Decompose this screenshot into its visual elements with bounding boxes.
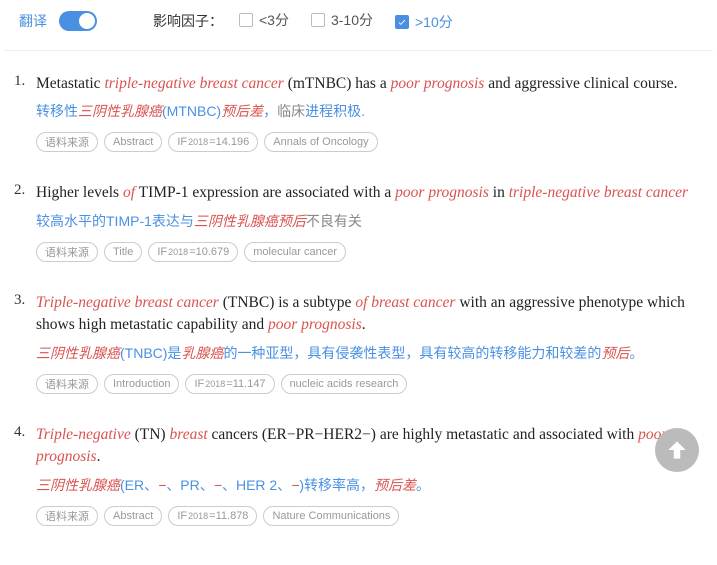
impact-factor-label: 影响因子： [153,11,223,31]
arrow-up-icon [664,437,690,463]
result-body: Metastatic triple-negative breast cancer… [36,73,695,152]
result-tags: 语料来源 Abstract IF2018=14.196 Annals of Oncol… [36,132,695,152]
checkbox-label: >10分 [415,12,453,32]
tag-source[interactable]: 语料来源 [36,374,98,394]
chinese-translation: 三阴性乳腺癌(ER、−、PR、−、HER 2、−)转移率高，预后差。 [36,475,695,496]
checkbox-icon [311,13,325,27]
result-number: 2. [14,182,36,261]
tag-if[interactable]: IF2018=11.147 [185,374,274,394]
scroll-top-button[interactable] [655,428,699,472]
impact-factor-options: <3分 3-10分 >10分 [239,10,475,32]
result-tags: 语料来源 Abstract IF2018=11.878 Nature Communic… [36,506,695,526]
tag-section[interactable]: Abstract [104,506,162,526]
chinese-translation: 较高水平的TIMP-1表达与三阴性乳腺癌预后不良有关 [36,211,695,232]
filter-topbar: 翻译 影响因子： <3分 3-10分 >10分 [4,0,713,51]
result-item: 1.Metastatic triple-negative breast canc… [14,59,695,168]
result-item: 4.Triple-negative (TN) breast cancers (E… [14,410,695,542]
checkbox-icon [239,13,253,27]
tag-section[interactable]: Abstract [104,132,162,152]
tag-journal[interactable]: nucleic acids research [281,374,408,394]
impact-factor-checkbox[interactable]: <3分 [239,10,289,30]
result-number: 3. [14,292,36,394]
chinese-translation: 转移性三阴性乳腺癌(MTNBC)预后差，临床进程积极. [36,101,695,122]
result-body: Triple-negative (TN) breast cancers (ER−… [36,424,695,526]
result-tags: 语料来源 Title IF2018=10.679 molecular cancer [36,242,695,262]
checkbox-icon [395,15,409,29]
english-sentence: Triple-negative (TN) breast cancers (ER−… [36,424,695,469]
results-list: 1.Metastatic triple-negative breast canc… [4,51,713,542]
translate-label: 翻译 [19,11,47,31]
english-sentence: Higher levels of TIMP-1 expression are a… [36,182,695,204]
tag-source[interactable]: 语料来源 [36,132,98,152]
tag-if[interactable]: IF2018=14.196 [168,132,258,152]
result-body: Higher levels of TIMP-1 expression are a… [36,182,695,261]
tag-section[interactable]: Introduction [104,374,179,394]
result-item: 2.Higher levels of TIMP-1 expression are… [14,168,695,277]
result-number: 4. [14,424,36,526]
tag-section[interactable]: Title [104,242,142,262]
checkbox-label: 3-10分 [331,10,373,30]
tag-if[interactable]: IF2018=10.679 [148,242,238,262]
impact-factor-checkbox[interactable]: 3-10分 [311,10,373,30]
tag-journal[interactable]: Annals of Oncology [264,132,377,152]
tag-source[interactable]: 语料来源 [36,506,98,526]
result-body: Triple-negative breast cancer (TNBC) is … [36,292,695,394]
result-number: 1. [14,73,36,152]
english-sentence: Triple-negative breast cancer (TNBC) is … [36,292,695,337]
english-sentence: Metastatic triple-negative breast cancer… [36,73,695,95]
result-item: 3.Triple-negative breast cancer (TNBC) i… [14,278,695,410]
tag-journal[interactable]: Nature Communications [263,506,399,526]
result-tags: 语料来源 Introduction IF2018=11.147 nucleic aci… [36,374,695,394]
chinese-translation: 三阴性乳腺癌(TNBC)是乳腺癌的一种亚型，具有侵袭性表型，具有较高的转移能力和… [36,343,695,364]
tag-journal[interactable]: molecular cancer [244,242,346,262]
checkbox-label: <3分 [259,10,289,30]
translate-toggle[interactable] [59,11,97,31]
tag-source[interactable]: 语料来源 [36,242,98,262]
impact-factor-checkbox[interactable]: >10分 [395,12,453,32]
tag-if[interactable]: IF2018=11.878 [168,506,257,526]
